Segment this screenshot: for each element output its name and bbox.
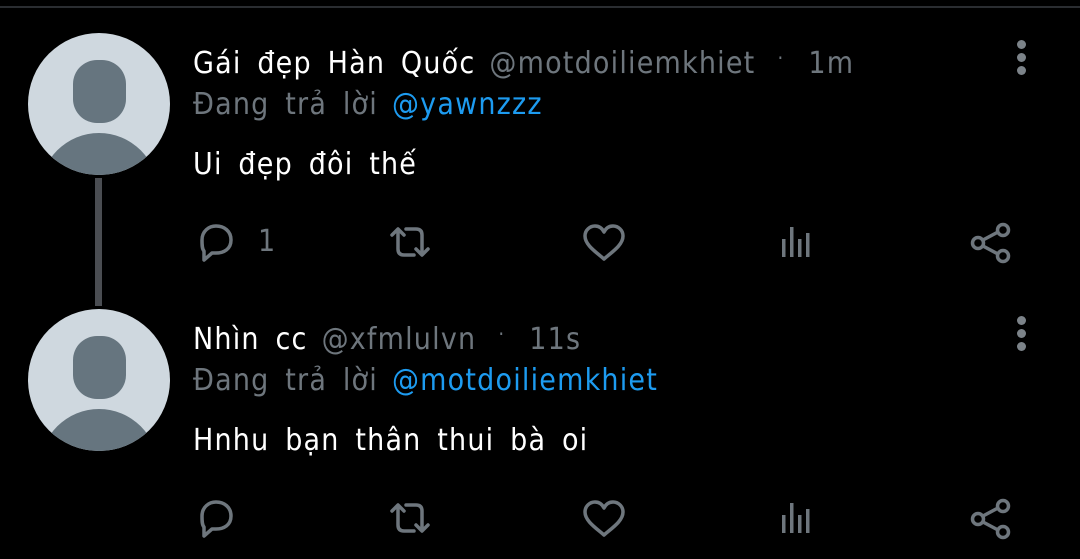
reply-context: Đang trả lời @yawnzzz — [193, 87, 543, 123]
more-options-button[interactable] — [1012, 316, 1032, 356]
top-divider — [0, 6, 1080, 8]
reply-icon — [200, 224, 233, 262]
timestamp[interactable]: 11s — [529, 322, 581, 357]
more-dot — [1017, 40, 1026, 49]
analytics-button[interactable] — [774, 497, 822, 541]
retweet-button[interactable] — [386, 497, 434, 541]
tweet-header: Nhìn cc @xfmlulvn · 11s — [193, 316, 581, 358]
tweet-text: Ui đẹp đôi thế — [193, 147, 418, 182]
share-button[interactable] — [968, 221, 1016, 265]
more-options-button[interactable] — [1012, 40, 1032, 80]
display-name[interactable]: Gái đẹp Hàn Quốc — [193, 46, 475, 81]
reply-button[interactable] — [192, 497, 240, 541]
user-handle[interactable]: @xfmlulvn — [322, 322, 477, 357]
like-button[interactable] — [580, 221, 628, 265]
display-name[interactable]: Nhìn cc — [193, 322, 308, 357]
like-button[interactable] — [580, 497, 628, 541]
tweet-header: Gái đẹp Hàn Quốc @motdoiliemkhiet · 1m — [193, 40, 854, 82]
separator-dot: · — [498, 322, 506, 346]
user-handle[interactable]: @motdoiliemkhiet — [489, 46, 755, 81]
analytics-icon — [782, 227, 810, 257]
avatar[interactable] — [28, 309, 170, 451]
separator-dot: · — [777, 46, 785, 70]
more-dot — [1017, 316, 1026, 325]
avatar[interactable] — [28, 33, 170, 175]
timestamp[interactable]: 1m — [808, 46, 854, 81]
share-icon — [970, 222, 1011, 264]
retweet-icon — [390, 503, 430, 533]
share-icon — [970, 498, 1011, 540]
more-dot — [1017, 329, 1026, 338]
thread-connector-line — [95, 178, 102, 306]
reply-label: Đang trả lời — [193, 87, 378, 122]
share-button[interactable] — [968, 497, 1016, 541]
more-dot — [1017, 66, 1026, 75]
reply-button[interactable] — [192, 221, 240, 265]
avatar-shoulders — [40, 409, 158, 451]
reply-mention-link[interactable]: @motdoiliemkhiet — [392, 363, 658, 398]
avatar-head — [73, 60, 126, 123]
like-icon — [583, 500, 625, 537]
reply-count: 1 — [258, 224, 276, 259]
analytics-icon — [782, 503, 810, 533]
more-dot — [1017, 53, 1026, 62]
reply-icon — [200, 500, 233, 538]
analytics-button[interactable] — [774, 221, 822, 265]
tweet-text: Hnhu bạn thân thui bà oi — [193, 423, 589, 458]
avatar-shoulders — [40, 133, 158, 175]
more-dot — [1017, 342, 1026, 351]
like-icon — [583, 224, 625, 261]
reply-context: Đang trả lời @motdoiliemkhiet — [193, 363, 658, 399]
reply-label: Đang trả lời — [193, 363, 378, 398]
retweet-icon — [390, 227, 430, 257]
avatar-head — [73, 336, 126, 399]
retweet-button[interactable] — [386, 221, 434, 265]
reply-mention-link[interactable]: @yawnzzz — [392, 87, 543, 122]
